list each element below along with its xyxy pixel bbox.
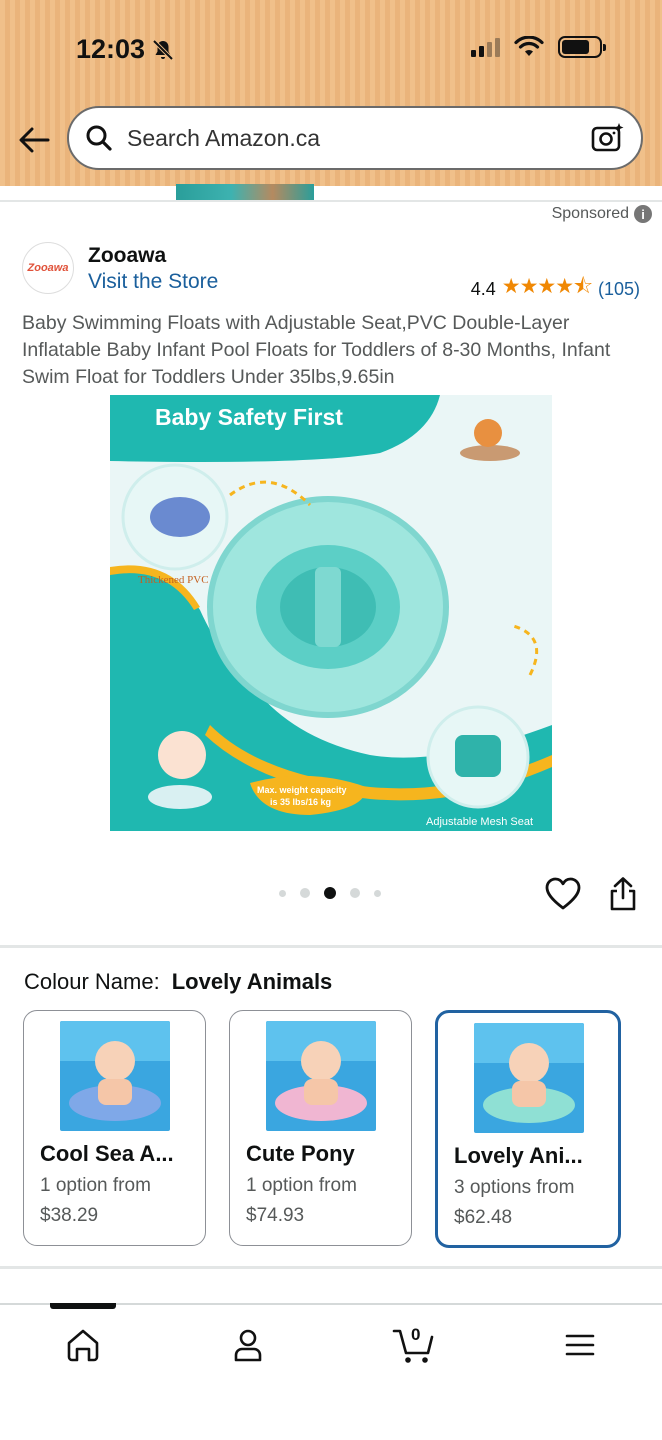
rating-summary[interactable]: 4.4 ★★★★⯪ (105) bbox=[471, 272, 640, 307]
colour-option-thumbnail bbox=[266, 1021, 376, 1131]
search-input[interactable] bbox=[127, 124, 591, 152]
nav-account-button[interactable] bbox=[228, 1325, 268, 1365]
top-header: 12:03 bbox=[0, 0, 662, 186]
sponsored-label[interactable]: Sponsored i bbox=[552, 205, 652, 223]
colour-selected-value: Lovely Animals bbox=[171, 969, 333, 994]
share-icon bbox=[610, 877, 636, 911]
colour-option-cool-sea[interactable]: Cool Sea A... 1 option from $38.29 bbox=[23, 1010, 206, 1246]
bell-muted-icon bbox=[152, 39, 174, 60]
brand-name: Zooawa bbox=[88, 244, 167, 267]
search-bar[interactable] bbox=[67, 106, 643, 170]
image-label-pvc: Thickened PVC bbox=[138, 574, 209, 586]
search-icon bbox=[86, 125, 112, 151]
colour-option-count: 1 option from bbox=[40, 1175, 151, 1196]
arrow-left-icon bbox=[19, 127, 50, 153]
info-icon[interactable]: i bbox=[634, 205, 652, 223]
carousel-dot[interactable] bbox=[279, 889, 286, 897]
carousel-dot[interactable] bbox=[374, 889, 381, 897]
brand-logo[interactable]: Zooawa bbox=[22, 242, 74, 294]
active-tab-indicator bbox=[50, 1303, 116, 1309]
nav-home-button[interactable] bbox=[63, 1325, 103, 1365]
camera-search-icon[interactable] bbox=[591, 122, 625, 154]
colour-option-price: $38.29 bbox=[40, 1205, 99, 1226]
image-label-weight-1: Max. weight capacity bbox=[257, 785, 347, 795]
status-time: 12:03 bbox=[76, 34, 175, 65]
previous-banner-image[interactable] bbox=[176, 184, 314, 200]
colour-option-cute-pony[interactable]: Cute Pony 1 option from $74.93 bbox=[229, 1010, 412, 1246]
colour-option-lovely-animals-selected[interactable]: Lovely Ani... 3 options from $62.48 bbox=[435, 1010, 621, 1248]
section-divider bbox=[0, 1266, 662, 1269]
account-icon bbox=[234, 1329, 262, 1362]
image-carousel-indicator[interactable] bbox=[279, 887, 381, 899]
wishlist-button[interactable] bbox=[545, 877, 581, 911]
sponsored-text: Sponsored bbox=[551, 205, 629, 222]
colour-option-price: $74.93 bbox=[246, 1205, 305, 1226]
home-icon bbox=[67, 1329, 99, 1362]
section-divider bbox=[0, 945, 662, 948]
image-label-weight-2: is 35 lbs/16 kg bbox=[270, 797, 331, 807]
bottom-navigation bbox=[0, 1303, 662, 1440]
carousel-dot-active[interactable] bbox=[324, 887, 336, 899]
rating-value: 4.4 bbox=[470, 279, 496, 299]
product-title[interactable]: Baby Swimming Floats with Adjustable Sea… bbox=[22, 310, 642, 391]
image-headline: Baby Safety First bbox=[155, 404, 343, 430]
nav-menu-button[interactable] bbox=[560, 1325, 600, 1365]
star-rating-icon: ★★★★⯪ bbox=[501, 275, 593, 298]
colour-option-price: $62.48 bbox=[454, 1207, 513, 1228]
battery-icon bbox=[558, 36, 606, 58]
share-button[interactable] bbox=[608, 876, 638, 912]
cart-count-badge: 0 bbox=[411, 1325, 421, 1344]
visit-store-link[interactable]: Visit the Store bbox=[88, 270, 218, 294]
product-image[interactable]: Baby Safety First Thickened PVC Adjustab… bbox=[110, 395, 552, 831]
wifi-icon bbox=[514, 36, 544, 56]
colour-label-text: Colour Name: bbox=[24, 969, 160, 994]
colour-option-name: Cool Sea A... bbox=[40, 1141, 174, 1166]
status-time-text: 12:03 bbox=[76, 34, 146, 64]
image-label-seat: Adjustable Mesh Seat bbox=[426, 816, 533, 828]
colour-option-count: 1 option from bbox=[246, 1175, 357, 1196]
carousel-dot[interactable] bbox=[350, 888, 360, 898]
colour-option-count: 3 options from bbox=[454, 1177, 575, 1198]
divider bbox=[0, 200, 662, 202]
carousel-dot[interactable] bbox=[300, 888, 310, 898]
cellular-signal-icon bbox=[471, 37, 500, 57]
heart-icon bbox=[545, 877, 581, 910]
rating-count[interactable]: (105) bbox=[598, 279, 640, 300]
colour-option-name: Lovely Ani... bbox=[454, 1143, 583, 1168]
menu-icon bbox=[565, 1334, 595, 1356]
colour-option-thumbnail bbox=[60, 1021, 170, 1131]
status-icons bbox=[471, 36, 606, 58]
brand-logo-text: Zooawa bbox=[27, 262, 69, 274]
colour-option-name: Cute Pony bbox=[246, 1141, 355, 1166]
back-button[interactable] bbox=[16, 122, 52, 158]
colour-name-label: Colour Name: Lovely Animals bbox=[24, 969, 332, 995]
colour-option-thumbnail bbox=[474, 1023, 584, 1133]
